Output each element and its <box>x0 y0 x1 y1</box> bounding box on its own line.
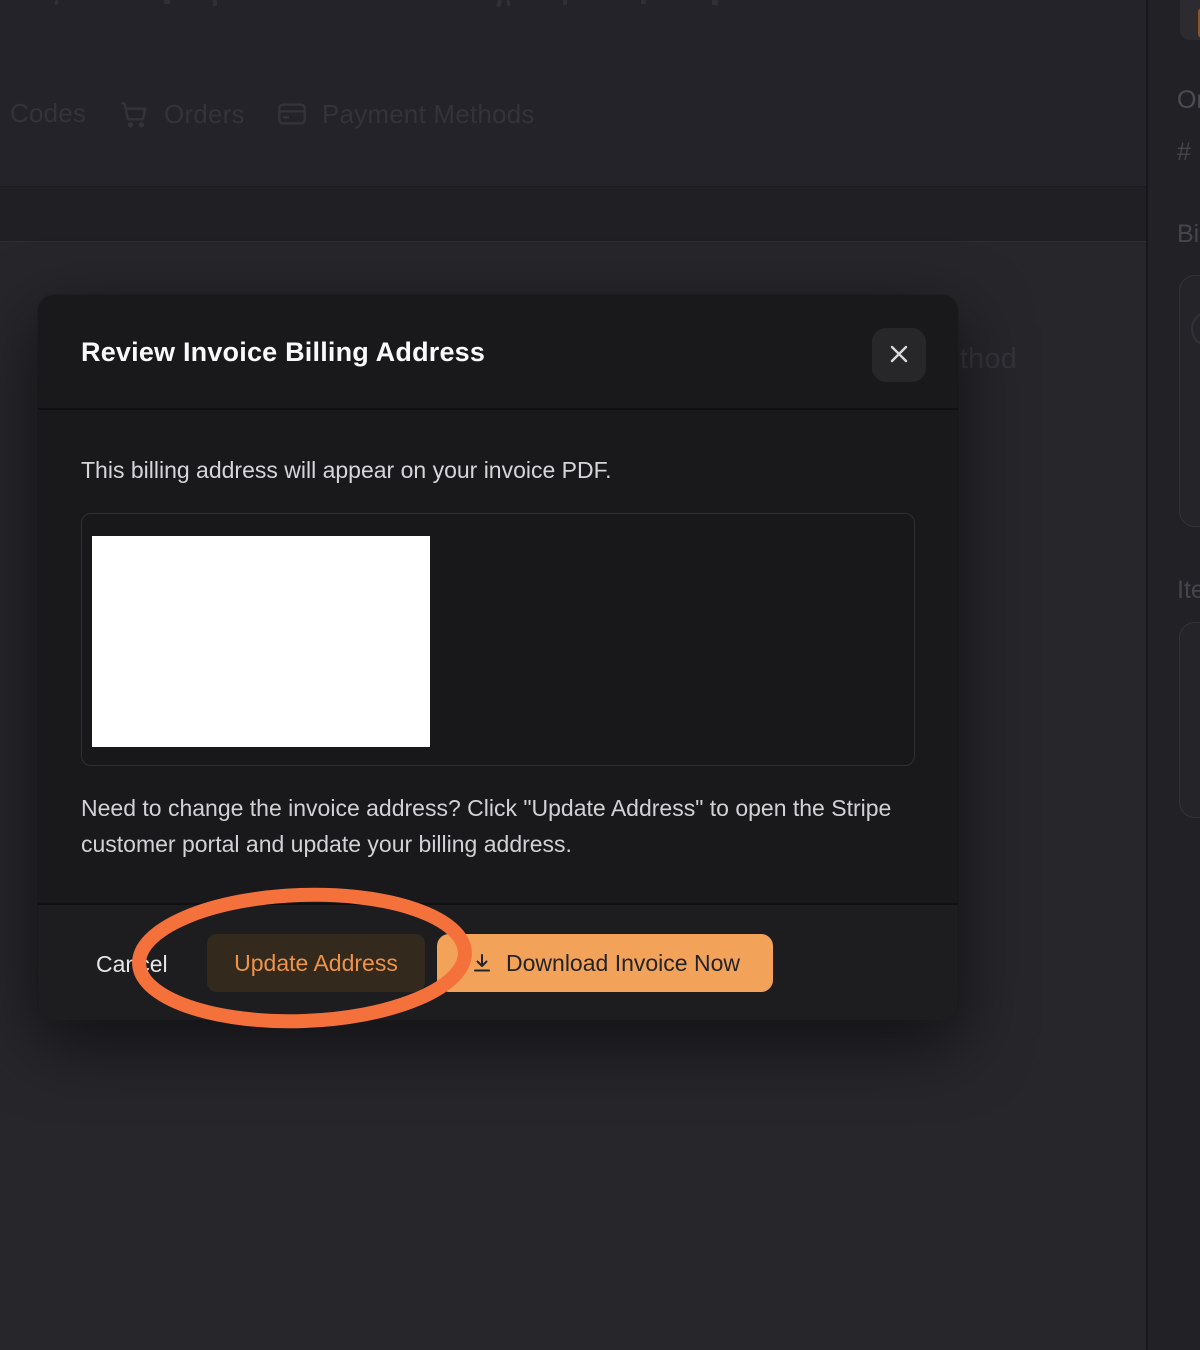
cancel-button[interactable]: Cancel <box>86 941 178 988</box>
tab-payment-methods-label: Payment Methods <box>322 99 535 130</box>
redacted-address-block <box>92 536 430 747</box>
billing-label: Bil <box>1177 220 1200 249</box>
credit-card-icon <box>276 98 308 130</box>
billing-address-preview <box>81 513 915 766</box>
billing-card <box>1179 275 1200 527</box>
download-icon <box>470 951 494 975</box>
order-summary-panel: Or # Bil Ite <box>1146 0 1200 1350</box>
download-invoice-button[interactable]: Download Invoice Now <box>437 934 773 992</box>
tab-codes-label: Codes <box>10 98 86 129</box>
tab-orders[interactable]: Orders <box>118 98 245 130</box>
panel-header-chip <box>1180 0 1200 40</box>
update-address-button[interactable]: Update Address <box>207 934 425 992</box>
tab-orders-label: Orders <box>164 99 245 130</box>
dialog-description: This billing address will appear on your… <box>81 457 612 484</box>
cart-icon <box>118 98 150 130</box>
close-button[interactable] <box>872 328 926 382</box>
dialog-header: Review Invoice Billing Address <box>38 295 958 410</box>
items-card <box>1179 622 1200 818</box>
tab-payment-methods[interactable]: Payment Methods <box>276 98 535 130</box>
items-label: Ite <box>1177 576 1200 605</box>
download-invoice-label: Download Invoice Now <box>506 950 740 977</box>
top-bar <box>0 0 1146 187</box>
toolbar-band <box>0 187 1146 242</box>
tab-codes[interactable]: Codes <box>10 98 86 129</box>
clipped-text-fragment <box>213 0 218 6</box>
order-id: # <box>1177 138 1191 167</box>
dialog-footer: Cancel Update Address Download Invoice N… <box>38 903 958 1020</box>
close-icon <box>887 342 911 369</box>
clipped-text-fragment <box>712 0 719 5</box>
dialog-title: Review Invoice Billing Address <box>81 337 485 368</box>
review-invoice-dialog: Review Invoice Billing Address This bill… <box>38 295 958 1018</box>
dialog-help-text: Need to change the invoice address? Clic… <box>81 790 917 862</box>
clipped-text-fragment <box>164 0 170 4</box>
clipped-text-fragment <box>641 0 646 4</box>
order-label: Or <box>1177 86 1200 115</box>
clipped-text-fragment <box>563 0 567 5</box>
